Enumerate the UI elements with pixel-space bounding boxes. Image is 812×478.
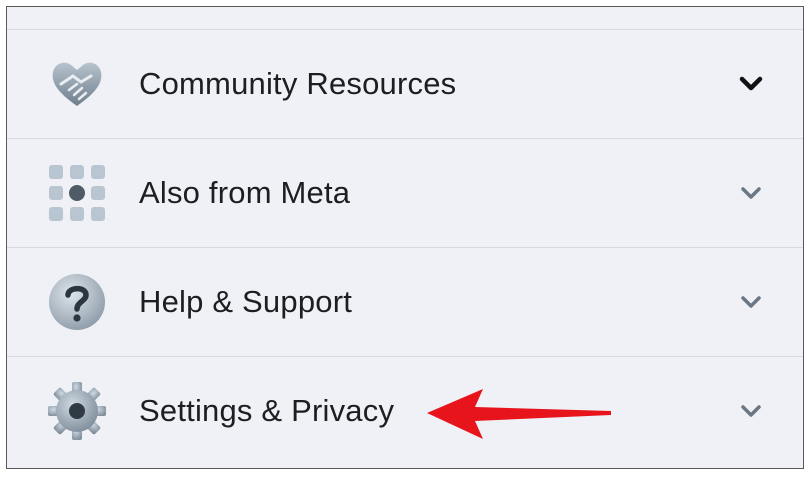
- menu-item-community-resources[interactable]: Community Resources: [7, 29, 803, 138]
- menu-item-settings-privacy[interactable]: Settings & Privacy: [7, 356, 803, 465]
- red-arrow-annotation: [427, 389, 611, 439]
- question-circle-icon: [49, 274, 105, 330]
- gear-icon: [48, 382, 106, 440]
- chevron-down-icon[interactable]: [735, 286, 767, 318]
- menu-item-also-from-meta[interactable]: Also from Meta: [7, 138, 803, 247]
- chevron-down-icon[interactable]: [735, 395, 767, 427]
- handshake-heart-icon: [52, 62, 102, 106]
- menu-item-help-support[interactable]: Help & Support: [7, 247, 803, 356]
- grid-apps-icon: [49, 165, 105, 221]
- menu-item-label: Settings & Privacy: [139, 393, 395, 428]
- chevron-down-icon[interactable]: [735, 177, 767, 209]
- menu-item-label: Also from Meta: [139, 175, 351, 210]
- menu-item-label: Community Resources: [139, 66, 457, 101]
- menu-row-previous: [7, 7, 803, 30]
- menu-panel: Community Resources Also from Meta Help …: [6, 6, 804, 469]
- chevron-down-icon[interactable]: [735, 68, 767, 100]
- menu-item-label: Help & Support: [139, 284, 353, 319]
